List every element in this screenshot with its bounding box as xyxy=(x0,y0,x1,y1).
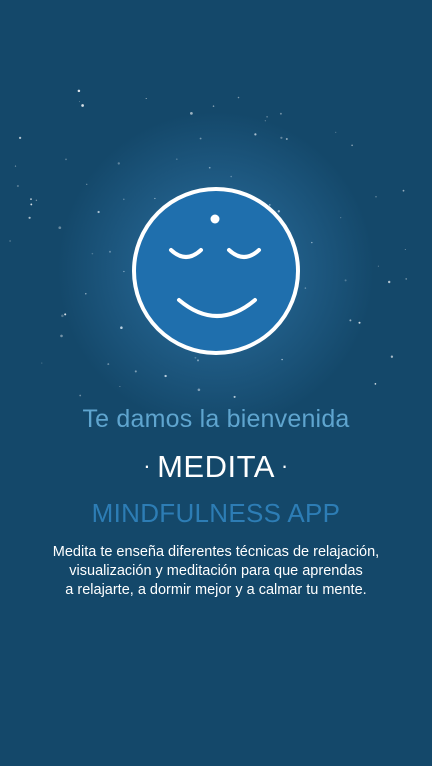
star xyxy=(279,112,282,115)
star xyxy=(81,104,84,107)
star xyxy=(18,136,22,140)
star xyxy=(405,278,408,280)
app-name-label: MEDITA xyxy=(157,449,275,484)
star xyxy=(30,203,33,206)
star xyxy=(41,362,43,364)
star xyxy=(212,105,215,107)
star xyxy=(335,131,337,134)
star xyxy=(402,189,405,192)
star xyxy=(79,394,82,397)
star xyxy=(35,199,38,202)
star xyxy=(9,240,12,242)
star xyxy=(375,196,377,198)
star xyxy=(351,144,353,147)
star xyxy=(28,216,31,219)
star xyxy=(60,334,63,338)
left-dot: · xyxy=(143,453,152,478)
star xyxy=(14,165,17,167)
welcome-screen: Te damos la bienvenida · MEDITA · MINDFULN… xyxy=(0,0,432,766)
description-line: Medita te enseña diferentes técnicas de … xyxy=(52,544,380,560)
description-line: a relajarte, a dormir mejor y a calmar t… xyxy=(65,582,367,598)
star xyxy=(377,265,379,267)
description-line: visualización y meditación para que apre… xyxy=(69,563,363,579)
star xyxy=(387,280,391,284)
app-name: · MEDITA · xyxy=(0,449,432,485)
app-description: Medita te enseña diferentes técnicas de … xyxy=(0,543,432,600)
right-dot: · xyxy=(280,453,289,478)
app-subtitle: MINDFULNESS APP xyxy=(91,498,341,528)
star xyxy=(374,383,377,385)
welcome-heading: Te damos la bienvenida xyxy=(82,405,350,433)
star xyxy=(77,89,81,93)
star xyxy=(390,355,394,358)
star xyxy=(16,184,19,188)
star xyxy=(30,198,32,200)
star xyxy=(145,97,147,100)
star xyxy=(78,101,81,103)
star xyxy=(237,96,240,99)
star xyxy=(65,158,67,161)
star xyxy=(404,248,406,251)
smiling-face-icon xyxy=(132,187,300,355)
